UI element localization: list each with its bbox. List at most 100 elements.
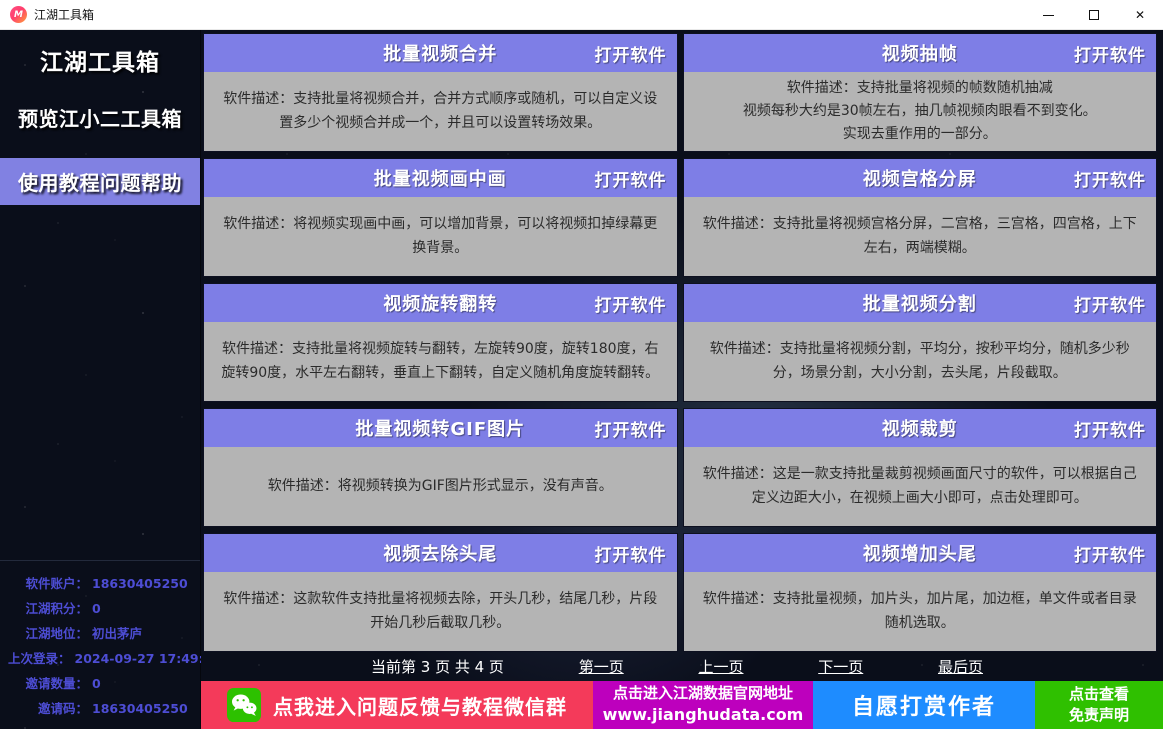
tool-card: 批量视频转GIF图片 打开软件 软件描述：将视频转换为GIF图片形式显示，没有声…: [203, 408, 678, 527]
account-value: 2024-09-27 17:49:29: [71, 646, 222, 671]
tool-card-header: 视频去除头尾 打开软件: [204, 534, 677, 572]
open-software-button[interactable]: 打开软件: [1074, 409, 1146, 447]
tool-card-header: 视频裁剪 打开软件: [684, 409, 1157, 447]
content: 江湖工具箱 预览江小二工具箱 使用教程问题帮助 软件账户： 1863040525…: [0, 30, 1163, 729]
tool-description: 软件描述：将视频转换为GIF图片形式显示，没有声音。: [268, 475, 613, 498]
open-software-button[interactable]: 打开软件: [1074, 534, 1146, 572]
tool-title: 批量视频分割: [863, 290, 977, 316]
pagination-bar: 当前第 3 页 共 4 页 第一页 上一页 下一页 最后页: [201, 652, 1163, 681]
tool-card-body: 软件描述：支持批量将视频的帧数随机抽减 视频每秒大约是30帧左右，抽几帧视频肉眼…: [684, 72, 1157, 151]
tool-card: 批量视频合并 打开软件 软件描述：支持批量将视频合并，合并方式顺序或随机，可以自…: [203, 33, 678, 152]
account-value: 0: [88, 596, 192, 621]
pagination-link-last[interactable]: 最后页: [938, 656, 983, 677]
card-grid: 批量视频合并 打开软件 软件描述：支持批量将视频合并，合并方式顺序或随机，可以自…: [201, 30, 1163, 652]
open-software-button[interactable]: 打开软件: [595, 534, 667, 572]
tool-description: 软件描述：支持批量将视频分割，平均分，按秒平均分，随机多少秒分，场景分割，大小分…: [698, 338, 1143, 384]
open-software-button[interactable]: 打开软件: [595, 409, 667, 447]
tool-card: 批量视频分割 打开软件 软件描述：支持批量将视频分割，平均分，按秒平均分，随机多…: [683, 283, 1158, 402]
tool-title: 视频旋转翻转: [383, 290, 497, 316]
tool-title: 视频抽帧: [882, 40, 958, 66]
footer-bar: 点我进入问题反馈与教程微信群 点击进入江湖数据官网地址 www.jianghud…: [201, 681, 1163, 729]
close-button[interactable]: ✕: [1117, 0, 1163, 30]
tool-card-body: 软件描述：支持批量将视频宫格分屏，二宫格，三宫格，四宫格，上下左右，两端模糊。: [684, 197, 1157, 276]
tool-title: 视频宫格分屏: [863, 165, 977, 191]
website-label-line1: 点击进入江湖数据官网地址: [613, 683, 793, 704]
sidebar: 江湖工具箱 预览江小二工具箱 使用教程问题帮助 软件账户： 1863040525…: [0, 30, 201, 729]
account-row: 邀请码： 18630405250: [8, 696, 192, 721]
sidebar-menu-item[interactable]: 使用教程问题帮助: [0, 158, 200, 205]
tool-card-body: 软件描述：支持批量将视频分割，平均分，按秒平均分，随机多少秒分，场景分割，大小分…: [684, 322, 1157, 401]
pagination-link-prev[interactable]: 上一页: [698, 656, 743, 677]
app-icon: M: [10, 6, 27, 23]
pagination-status: 当前第 3 页 共 4 页: [371, 656, 504, 677]
tool-description: 软件描述：支持批量将视频合并，合并方式顺序或随机，可以自定义设置多少个视频合并成…: [218, 88, 663, 134]
open-software-button[interactable]: 打开软件: [1074, 159, 1146, 197]
account-label: 江湖地位：: [8, 621, 88, 646]
open-software-button[interactable]: 打开软件: [595, 34, 667, 72]
tool-card-header: 批量视频画中画 打开软件: [204, 159, 677, 197]
main-area: 批量视频合并 打开软件 软件描述：支持批量将视频合并，合并方式顺序或随机，可以自…: [201, 30, 1163, 729]
open-software-button[interactable]: 打开软件: [595, 159, 667, 197]
tool-card: 视频增加头尾 打开软件 软件描述：支持批量视频，加片头，加片尾，加边框，单文件或…: [683, 533, 1158, 652]
open-software-button[interactable]: 打开软件: [595, 284, 667, 322]
pagination-link-first[interactable]: 第一页: [579, 656, 624, 677]
tool-card: 视频抽帧 打开软件 软件描述：支持批量将视频的帧数随机抽减 视频每秒大约是30帧…: [683, 33, 1158, 152]
tool-description: 软件描述：支持批量视频，加片头，加片尾，加边框，单文件或者目录随机选取。: [698, 588, 1143, 634]
tool-description: 软件描述：支持批量将视频旋转与翻转，左旋转90度，旋转180度，右旋转90度，水…: [218, 338, 663, 384]
disclaimer-label-line2: 免责声明: [1069, 705, 1129, 726]
tool-title: 批量视频转GIF图片: [355, 415, 525, 441]
tool-card-body: 软件描述：支持批量视频，加片头，加片尾，加边框，单文件或者目录随机选取。: [684, 572, 1157, 651]
disclaimer-button[interactable]: 点击查看 免责声明: [1035, 681, 1163, 729]
account-info-panel: 软件账户： 18630405250 江湖积分： 0 江湖地位： 初出茅庐 上次登…: [0, 560, 200, 729]
minimize-button[interactable]: [1025, 0, 1071, 30]
account-row: 软件账户： 18630405250: [8, 571, 192, 596]
tool-title: 视频裁剪: [882, 415, 958, 441]
tool-title: 批量视频画中画: [374, 165, 507, 191]
tool-card: 视频宫格分屏 打开软件 软件描述：支持批量将视频宫格分屏，二宫格，三宫格，四宫格…: [683, 158, 1158, 277]
close-icon: ✕: [1135, 9, 1145, 21]
maximize-icon: [1089, 10, 1099, 20]
maximize-button[interactable]: [1071, 0, 1117, 30]
wechat-icon: [227, 688, 261, 722]
tool-card-header: 视频宫格分屏 打开软件: [684, 159, 1157, 197]
tool-title: 视频增加头尾: [863, 540, 977, 566]
website-button[interactable]: 点击进入江湖数据官网地址 www.jianghudata.com: [593, 681, 813, 729]
sidebar-title: 江湖工具箱: [0, 43, 200, 77]
website-url: www.jianghudata.com: [603, 704, 804, 726]
account-row: 上次登录： 2024-09-27 17:49:29: [8, 646, 192, 671]
open-software-button[interactable]: 打开软件: [1074, 34, 1146, 72]
account-row: 邀请数量： 0: [8, 671, 192, 696]
tool-card-body: 软件描述：这是一款支持批量裁剪视频画面尺寸的软件，可以根据自己定义边距大小，在视…: [684, 447, 1157, 526]
tool-card-body: 软件描述：将视频实现画中画，可以增加背景，可以将视频扣掉绿幕更换背景。: [204, 197, 677, 276]
donate-button[interactable]: 自愿打赏作者: [813, 681, 1035, 729]
tool-description: 软件描述：这是一款支持批量裁剪视频画面尺寸的软件，可以根据自己定义边距大小，在视…: [698, 463, 1143, 509]
tool-card-header: 视频增加头尾 打开软件: [684, 534, 1157, 572]
tool-description: 软件描述：支持批量将视频宫格分屏，二宫格，三宫格，四宫格，上下左右，两端模糊。: [698, 213, 1143, 259]
tool-card-body: 软件描述：将视频转换为GIF图片形式显示，没有声音。: [204, 447, 677, 526]
account-row: 江湖地位： 初出茅庐: [8, 621, 192, 646]
account-label: 上次登录：: [8, 646, 71, 671]
app-window: M 江湖工具箱 ✕ 江湖工具箱 预览江小二工具箱 使用教程问题帮助 软件账户： …: [0, 0, 1163, 729]
account-label: 邀请数量：: [8, 671, 88, 696]
sidebar-menu: 预览江小二工具箱 使用教程问题帮助: [0, 77, 200, 205]
account-value: 初出茅庐: [88, 621, 192, 646]
tool-card-body: 软件描述：这款软件支持批量将视频去除，开头几秒，结尾几秒，片段开始几秒后截取几秒…: [204, 572, 677, 651]
tool-card-body: 软件描述：支持批量将视频合并，合并方式顺序或随机，可以自定义设置多少个视频合并成…: [204, 72, 677, 151]
pagination-link-next[interactable]: 下一页: [818, 656, 863, 677]
tool-description: 软件描述：将视频实现画中画，可以增加背景，可以将视频扣掉绿幕更换背景。: [218, 213, 663, 259]
open-software-button[interactable]: 打开软件: [1074, 284, 1146, 322]
tool-card-header: 视频旋转翻转 打开软件: [204, 284, 677, 322]
tool-card-header: 批量视频合并 打开软件: [204, 34, 677, 72]
tool-card: 视频旋转翻转 打开软件 软件描述：支持批量将视频旋转与翻转，左旋转90度，旋转1…: [203, 283, 678, 402]
account-label: 邀请码：: [8, 696, 88, 721]
tool-card-header: 视频抽帧 打开软件: [684, 34, 1157, 72]
sidebar-menu-item[interactable]: 预览江小二工具箱: [0, 94, 200, 141]
tool-description: 软件描述：这款软件支持批量将视频去除，开头几秒，结尾几秒，片段开始几秒后截取几秒…: [218, 588, 663, 634]
account-value: 18630405250: [88, 696, 192, 721]
wechat-group-button[interactable]: 点我进入问题反馈与教程微信群: [201, 681, 593, 729]
minimize-icon: [1043, 15, 1054, 16]
account-row: 江湖积分： 0: [8, 596, 192, 621]
titlebar: M 江湖工具箱 ✕: [0, 0, 1163, 30]
account-label: 软件账户：: [8, 571, 88, 596]
disclaimer-label-line1: 点击查看: [1069, 684, 1129, 705]
